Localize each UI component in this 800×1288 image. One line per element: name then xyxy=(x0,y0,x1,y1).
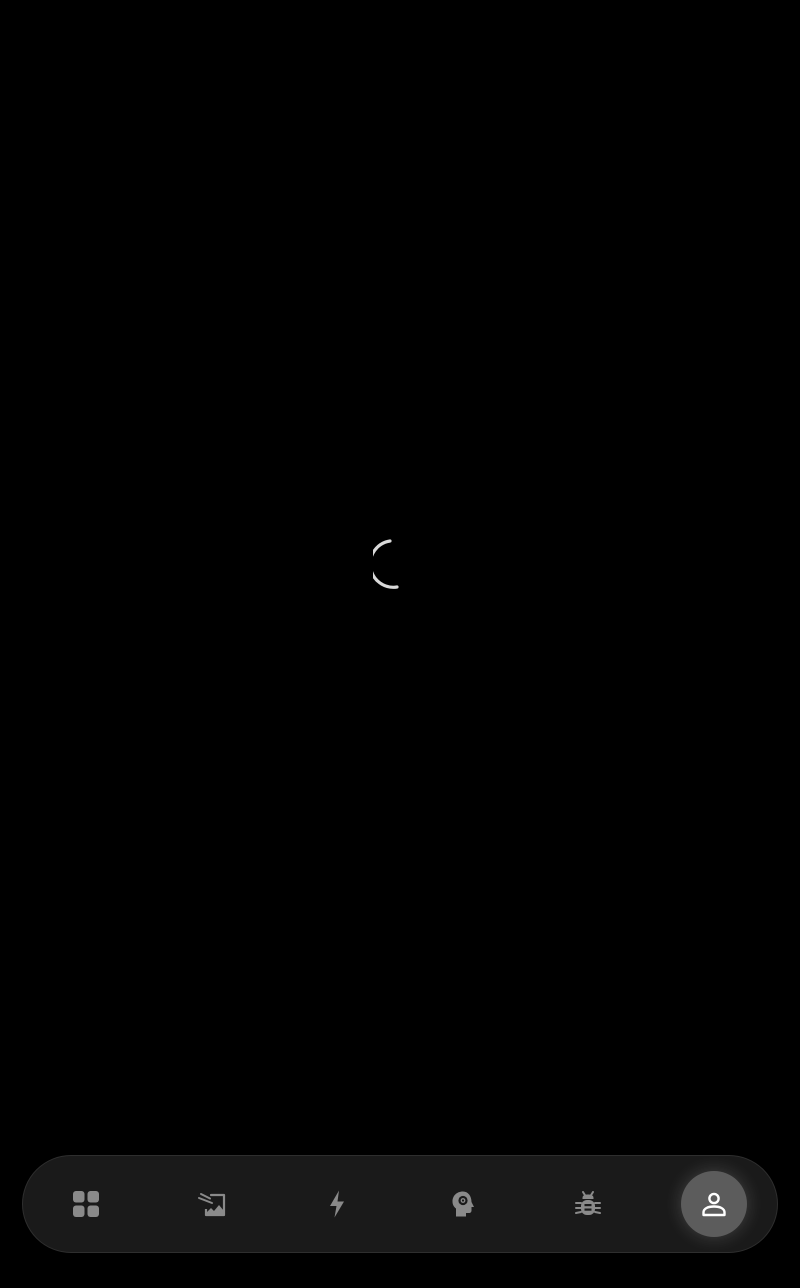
person-icon xyxy=(702,1192,726,1217)
bottom-nav-bar xyxy=(22,1155,778,1253)
nav-item-quick-actions[interactable] xyxy=(304,1171,370,1237)
nav-item-dashboard[interactable] xyxy=(53,1171,119,1237)
nav-item-profile[interactable] xyxy=(680,1171,747,1237)
grid-icon xyxy=(73,1191,99,1217)
nav-item-image-edit[interactable] xyxy=(179,1171,245,1237)
head-gear-icon xyxy=(452,1191,474,1217)
bug-icon xyxy=(575,1191,602,1215)
nav-item-debug[interactable] xyxy=(555,1171,621,1237)
main-content xyxy=(0,0,800,1150)
lightning-icon xyxy=(330,1190,345,1218)
nav-item-mind-settings[interactable] xyxy=(430,1171,496,1237)
loading-spinner xyxy=(373,537,427,591)
loading-spinner-icon xyxy=(373,539,399,589)
image-edit-icon xyxy=(197,1193,225,1217)
